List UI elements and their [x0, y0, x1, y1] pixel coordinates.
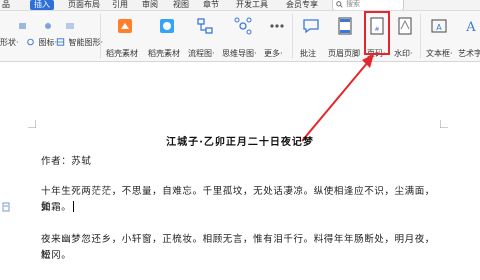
- paragraph-marker-icon: [2, 202, 10, 212]
- text-cursor: [73, 201, 75, 212]
- paragraph-1-line-2: 如霜。: [41, 200, 441, 216]
- document-title: 江城子·乙卯正月二十日夜记梦: [166, 137, 314, 148]
- paragraph-2-line-2: 松冈。: [41, 250, 72, 261]
- author-line: 作者：苏轼: [41, 156, 92, 167]
- paragraph-1-line-2-text: 如霜。: [41, 202, 72, 213]
